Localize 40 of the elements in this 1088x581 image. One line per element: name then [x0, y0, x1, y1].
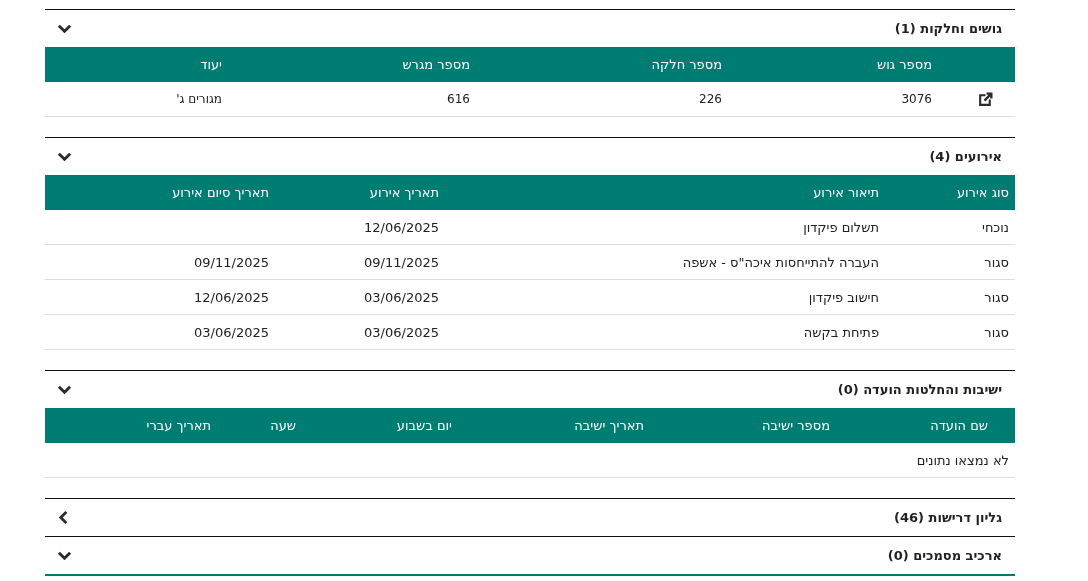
- table-cell: חישוב פיקדון: [808, 289, 879, 305]
- table-cell: פתיחת בקשה: [803, 324, 879, 340]
- table-cell: מגורים ג': [176, 92, 222, 106]
- column-header: מספר ישיבה: [762, 418, 830, 433]
- table-cell: תשלום פיקדון: [803, 219, 879, 235]
- table-cell: סגור: [984, 289, 1009, 305]
- table-cell: סגור: [984, 324, 1009, 340]
- table-cell: 12/06/2025: [194, 289, 269, 305]
- empty-message: לא נמצאו נתונים: [916, 452, 1009, 468]
- column-header: תיאור אירוע: [813, 185, 879, 200]
- column-header: שעה: [270, 418, 296, 433]
- section-title[interactable]: ישיבות והחלטות הועדה (0): [837, 382, 1002, 397]
- table-cell: 09/11/2025: [194, 254, 269, 270]
- table-cell: העברה להתייחסות איכה"ס - אשפה: [682, 254, 879, 270]
- column-header: מספר גוש: [877, 57, 932, 72]
- column-header: יעוד: [200, 57, 222, 72]
- column-header: מספר חלקה: [651, 57, 722, 72]
- table-cell: סגור: [984, 254, 1009, 270]
- column-header: סוג אירוע: [956, 185, 1009, 200]
- section-title[interactable]: ארכיב מסמכים (0): [887, 548, 1002, 563]
- section-title[interactable]: אירועים (4): [929, 149, 1002, 164]
- table-cell: 03/06/2025: [364, 324, 439, 340]
- table-cell: 12/06/2025: [364, 219, 439, 235]
- table-cell: 226: [699, 92, 722, 106]
- column-header: מספר מגרש: [402, 57, 470, 72]
- column-header: תאריך עברי: [146, 418, 211, 433]
- table-cell: 03/06/2025: [364, 289, 439, 305]
- table-cell: 09/11/2025: [364, 254, 439, 270]
- column-header: תאריך אירוע: [369, 185, 439, 200]
- table-cell: 03/06/2025: [194, 324, 269, 340]
- column-header: יום בשבוע: [396, 418, 452, 433]
- section-title[interactable]: גושים וחלקות (1): [894, 21, 1002, 36]
- column-header: תאריך סיום אירוע: [172, 185, 269, 200]
- table-cell: 616: [447, 92, 470, 106]
- table-cell: נוכחי: [981, 219, 1009, 235]
- table-cell: 3076: [901, 92, 932, 106]
- external-link-icon[interactable]: [977, 90, 994, 108]
- section-title[interactable]: גליון דרישות (46): [894, 510, 1002, 525]
- column-header: שם הועדה: [930, 418, 988, 433]
- column-header: תאריך ישיבה: [574, 418, 644, 433]
